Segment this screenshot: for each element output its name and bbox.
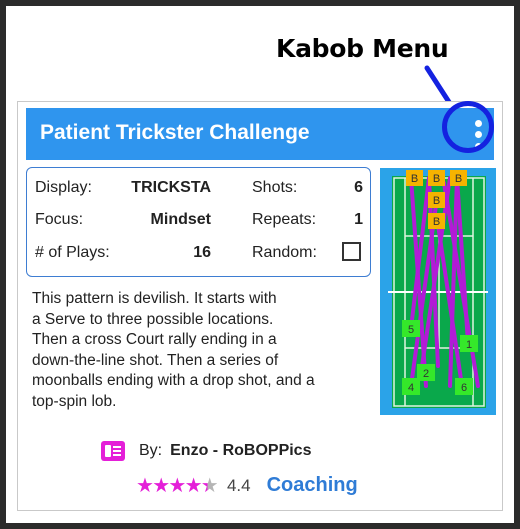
drill-card: Patient Trickster Challenge Display: TRI… (17, 101, 503, 511)
description-line: top-spin lob. (32, 392, 117, 410)
star-icon: ★ (136, 474, 154, 497)
author-name[interactable]: Enzo - RoBOPPics (170, 442, 311, 460)
description-line: This pattern is devilish. It starts with (32, 290, 277, 307)
description-line: moonballs ending with a drop shot, and a (32, 372, 315, 390)
description-line: down-the-line shot. Then a series of (32, 351, 279, 369)
top-marker-label: B (433, 173, 440, 185)
card-title: Patient Trickster Challenge (40, 121, 310, 144)
description-line: Then a cross Court rally ending in a (32, 331, 277, 349)
star-icon: ★ (152, 474, 171, 497)
author-by-label: By: (139, 442, 163, 459)
random-checkbox[interactable] (342, 242, 361, 261)
focus-label: Focus: (35, 211, 84, 228)
shots-value: 6 (354, 179, 363, 196)
focus-value: Mindset (150, 211, 211, 228)
plays-label: # of Plays: (35, 244, 110, 261)
card-header: Patient Trickster Challenge (26, 108, 494, 160)
top-marker-label: B (455, 173, 462, 185)
star-icon: ★ (200, 474, 219, 497)
author-row: By: Enzo - RoBOPPics (101, 441, 311, 461)
bottom-marker-label: 5 (408, 324, 414, 336)
top-marker-label: B (433, 195, 440, 207)
display-value: TRICKSTA (131, 179, 211, 196)
star-icon: ★ (168, 474, 187, 497)
court-diagram[interactable]: B B B B B 5 1 2 4 6 (380, 168, 496, 415)
category-link[interactable]: Coaching (267, 474, 358, 497)
random-label: Random: (252, 244, 317, 261)
rating-row: ★ ★ ★ ★ ★ 4.4 Coaching (136, 474, 358, 497)
top-marker-label: B (411, 173, 418, 185)
top-marker-label: B (433, 216, 440, 228)
kabob-highlight-circle (442, 101, 494, 153)
bottom-marker-label: 1 (466, 339, 472, 351)
bottom-marker-label: 2 (423, 368, 429, 380)
repeats-label: Repeats: (252, 211, 317, 228)
author-profile-icon[interactable] (101, 441, 125, 461)
repeats-value: 1 (354, 211, 363, 228)
bottom-marker-label: 6 (461, 382, 467, 394)
display-label: Display: (35, 179, 92, 196)
star-rating[interactable]: ★ ★ ★ ★ ★ (136, 474, 219, 497)
plays-value: 16 (193, 244, 211, 261)
bottom-marker-label: 4 (408, 382, 414, 394)
description-line: a Serve to three possible locations. (32, 310, 274, 328)
shots-label: Shots: (252, 179, 298, 196)
rating-value: 4.4 (226, 475, 251, 495)
stats-box: Display: TRICKSTA Focus: Mindset # of Pl… (26, 167, 371, 277)
drill-description: This pattern is devilish. It starts with… (32, 289, 372, 413)
star-icon: ★ (184, 474, 203, 497)
